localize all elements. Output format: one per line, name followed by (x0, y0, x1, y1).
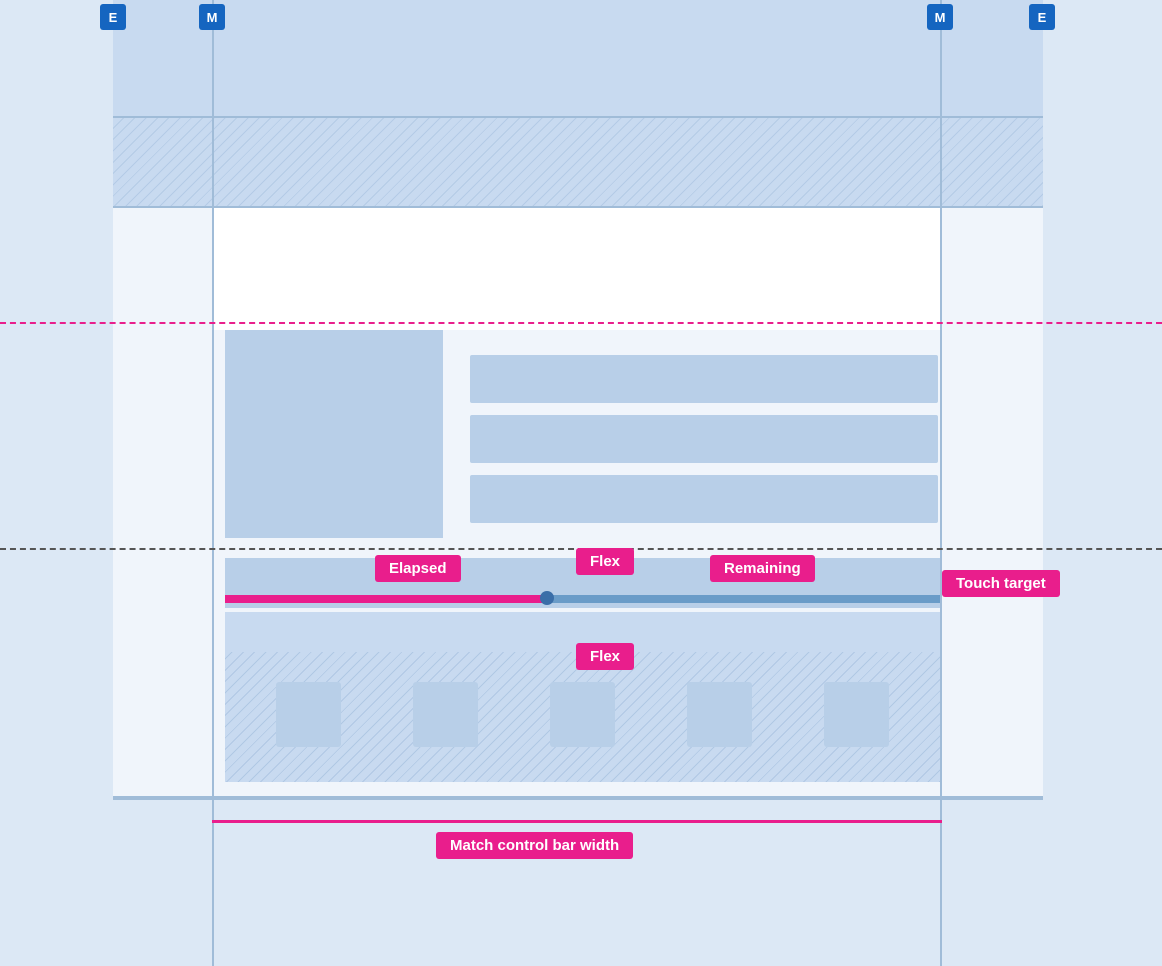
btn-block-2[interactable] (413, 682, 478, 747)
label-touch-target: Touch target (942, 570, 1060, 597)
badge-e-right: E (1029, 4, 1055, 30)
content-block-3 (470, 475, 938, 523)
label-flex-top: Flex (576, 548, 634, 575)
left-gutter (0, 0, 113, 966)
row-top (113, 0, 1043, 118)
hatch-pattern (113, 118, 1043, 206)
content-block-1 (470, 355, 938, 403)
content-right-area (470, 355, 938, 530)
dashed-line-pink (0, 322, 1162, 324)
badge-m-right: M (927, 4, 953, 30)
label-flex-bottom: Flex (576, 643, 634, 670)
footer-pink-line (212, 820, 942, 823)
footer-area (113, 800, 1043, 966)
content-white-top (212, 208, 942, 330)
sidebar-block (225, 330, 443, 538)
bottom-hatched (225, 652, 940, 782)
btn-block-4[interactable] (687, 682, 752, 747)
progress-thumb[interactable] (540, 591, 554, 605)
label-match-control-bar: Match control bar width (436, 832, 633, 859)
btn-block-3[interactable] (550, 682, 615, 747)
right-gutter (1043, 0, 1162, 966)
label-elapsed: Elapsed (375, 555, 461, 582)
badge-m-left: M (199, 4, 225, 30)
btn-block-1[interactable] (276, 682, 341, 747)
progress-fill (225, 595, 547, 603)
content-block-2 (470, 415, 938, 463)
label-remaining: Remaining (710, 555, 815, 582)
outer-container: E M M E Elapsed Flex Remaining Touch tar… (0, 0, 1162, 966)
progress-track[interactable] (225, 595, 940, 603)
btn-block-5[interactable] (824, 682, 889, 747)
badge-e-left: E (100, 4, 126, 30)
bottom-buttons-row (225, 672, 940, 757)
row-hatched (113, 118, 1043, 208)
